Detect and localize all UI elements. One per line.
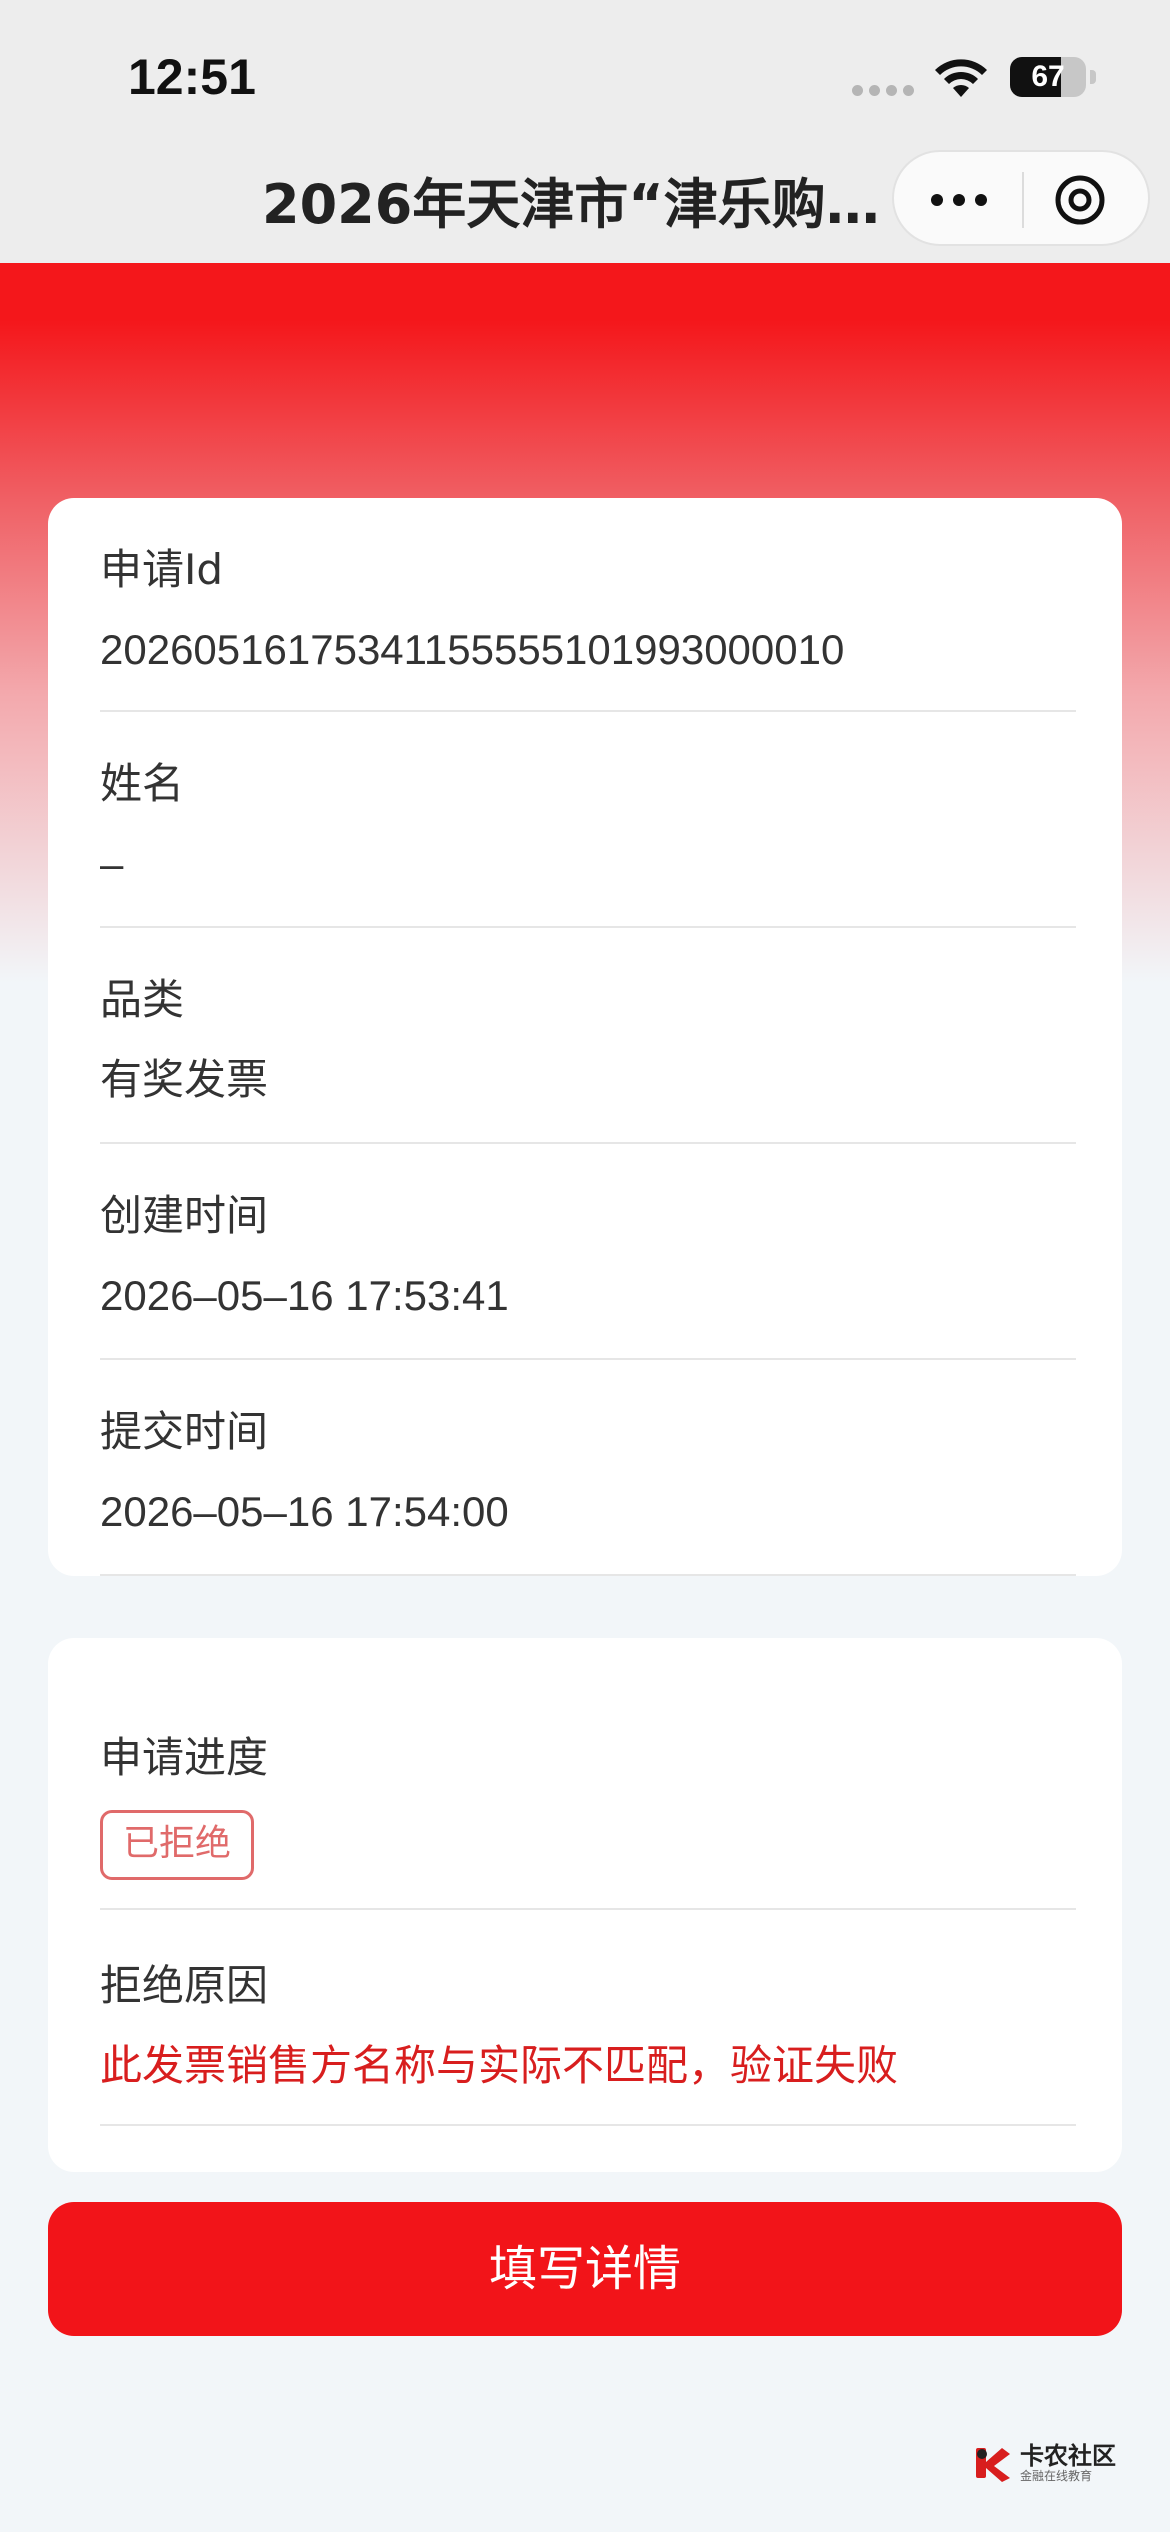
watermark-logo [976, 2448, 1010, 2482]
mini-program-capsule [892, 150, 1150, 246]
field-progress: 申请进度 已拒绝 [100, 1730, 1076, 1880]
status-badge: 已拒绝 [100, 1810, 255, 1880]
field-value: 2026–05–16 17:53:41 [100, 1272, 509, 1319]
field-reject-reason: 拒绝原因 此发票销售方名称与实际不匹配，验证失败 [100, 1958, 1076, 2094]
field-label: 品类 [100, 975, 185, 1024]
divider [100, 1358, 1076, 1360]
field-label: 姓名 [100, 759, 185, 808]
battery-tip [1090, 70, 1096, 84]
status-time: 12:51 [128, 49, 256, 105]
field-value: 2026–05–16 17:54:00 [100, 1488, 509, 1535]
divider [100, 1142, 1076, 1144]
field-value: – [100, 840, 124, 887]
field-label: 创建时间 [100, 1191, 269, 1240]
field-created-time: 创建时间 2026–05–16 17:53:41 [100, 1188, 1076, 1324]
field-application-id: 申请Id 20260516175341155555101993000010 [100, 542, 1076, 678]
reject-reason-text: 此发票销售方名称与实际不匹配，验证失败 [100, 2041, 899, 2090]
field-submitted-time: 提交时间 2026–05–16 17:54:00 [100, 1404, 1076, 1540]
field-label: 提交时间 [100, 1407, 269, 1456]
battery-icon: 67 [1010, 57, 1086, 97]
fill-details-button[interactable]: 填写详情 [48, 2202, 1122, 2336]
divider [100, 1574, 1076, 1576]
field-value: 20260516175341155555101993000010 [100, 626, 845, 673]
watermark: 卡农社区 金融在线教育 [972, 2440, 1122, 2486]
battery-percent: 67 [1031, 60, 1065, 93]
top-bar: 12:51 67 2026年天津市“津乐购”... [0, 0, 1170, 263]
field-label: 拒绝原因 [100, 1961, 269, 2010]
field-label: 申请进度 [100, 1733, 269, 1782]
watermark-subtitle: 金融在线教育 [1020, 2469, 1093, 2483]
more-dots-icon[interactable] [924, 176, 994, 224]
divider [100, 710, 1076, 712]
field-name: 姓名 – [100, 756, 1076, 892]
divider [100, 1908, 1076, 1910]
watermark-title: 卡农社区 [1020, 2442, 1116, 2470]
divider [100, 2124, 1076, 2126]
progress-card: 申请进度 已拒绝 拒绝原因 此发票销售方名称与实际不匹配，验证失败 [48, 1638, 1122, 2172]
field-category: 品类 有奖发票 [100, 972, 1076, 1108]
wifi-icon [935, 59, 987, 97]
field-value: 有奖发票 [100, 1056, 269, 1103]
close-circle-icon[interactable] [1052, 172, 1108, 228]
capsule-divider [1022, 172, 1024, 228]
field-label: 申请Id [100, 545, 224, 594]
divider [100, 926, 1076, 928]
page-title: 2026年天津市“津乐购”... [262, 173, 902, 236]
application-info-card: 申请Id 20260516175341155555101993000010 姓名… [48, 498, 1122, 1576]
signal-icon [852, 85, 914, 97]
